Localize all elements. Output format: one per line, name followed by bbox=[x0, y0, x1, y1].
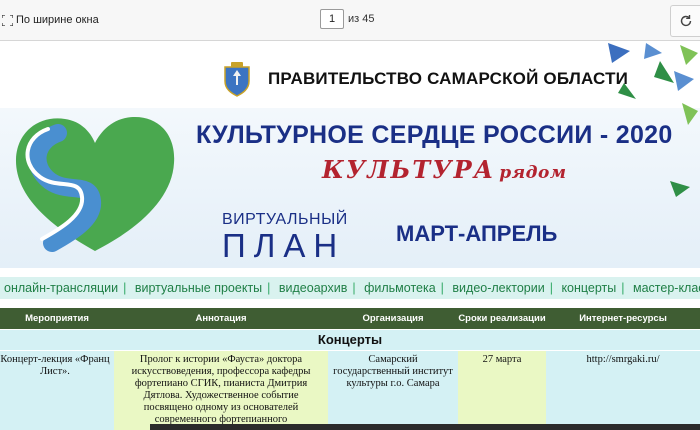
table-row: Концерт-лекция «Франц Лист». Пролог к ис… bbox=[0, 351, 700, 430]
table-header: Мероприятия Аннотация Организация Сроки … bbox=[0, 308, 700, 329]
decorative-triangles-icon bbox=[608, 43, 698, 197]
cell-organization: Самарский государственный институт культ… bbox=[328, 351, 458, 430]
fit-width-button[interactable]: По ширине окна bbox=[2, 10, 99, 30]
plan-label: ПЛАН bbox=[222, 227, 346, 264]
category-master-classes[interactable]: мастер-классы bbox=[633, 281, 700, 295]
page-number-input[interactable] bbox=[320, 9, 344, 29]
government-title: ПРАВИТЕЛЬСТВО САМАРСКОЙ ОБЛАСТИ bbox=[268, 69, 629, 88]
pdf-toolbar: По ширине окна из 45 bbox=[0, 0, 700, 41]
fit-width-icon bbox=[2, 14, 13, 26]
cell-annotation: Пролог к истории «Фауста» доктора искусс… bbox=[114, 351, 328, 430]
slogan-sub: рядом bbox=[499, 163, 567, 183]
page-total-label: из 45 bbox=[348, 13, 375, 25]
cell-resource-link[interactable]: http://smrgaki.ru/ bbox=[546, 351, 700, 430]
taskbar-strip bbox=[150, 424, 700, 430]
category-online[interactable]: онлайн-трансляции bbox=[4, 281, 118, 295]
slogan-main: КУЛЬТУРА bbox=[322, 155, 496, 184]
period-label: МАРТ-АПРЕЛЬ bbox=[396, 221, 558, 246]
column-header-organization: Организация bbox=[362, 313, 424, 324]
category-film-library[interactable]: фильмотека bbox=[364, 281, 436, 295]
fit-width-label: По ширине окна bbox=[16, 14, 99, 26]
government-header: ПРАВИТЕЛЬСТВО САМАРСКОЙ ОБЛАСТИ bbox=[222, 61, 628, 97]
rotate-button[interactable] bbox=[670, 5, 700, 37]
category-bar: онлайн-трансляции | виртуальные проекты | … bbox=[0, 277, 700, 299]
category-virtual-projects[interactable]: виртуальные проекты bbox=[135, 281, 262, 295]
document-page: ПРАВИТЕЛЬСТВО САМАРСКОЙ ОБЛАСТИ КУЛЬТУРН… bbox=[0, 41, 700, 430]
heart-river-logo-icon bbox=[15, 117, 175, 252]
column-header-resources: Интернет-ресурсы bbox=[579, 313, 667, 324]
column-header-dates: Сроки реализации bbox=[458, 313, 546, 324]
cell-event: Концерт-лекция «Франц Лист». bbox=[0, 351, 114, 430]
category-concerts[interactable]: концерты bbox=[561, 281, 616, 295]
column-header-annotation: Аннотация bbox=[195, 313, 247, 324]
coat-of-arms-icon bbox=[224, 62, 250, 97]
category-video-lectures[interactable]: видео-лектории bbox=[452, 281, 544, 295]
slogan: КУЛЬТУРА рядом bbox=[322, 155, 567, 184]
category-video-archive[interactable]: видеоархив bbox=[279, 281, 347, 295]
rotate-icon bbox=[680, 15, 692, 27]
section-title: Концерты bbox=[0, 330, 700, 350]
column-header-events: Мероприятия bbox=[25, 313, 89, 324]
cell-date: 27 марта bbox=[458, 351, 546, 430]
